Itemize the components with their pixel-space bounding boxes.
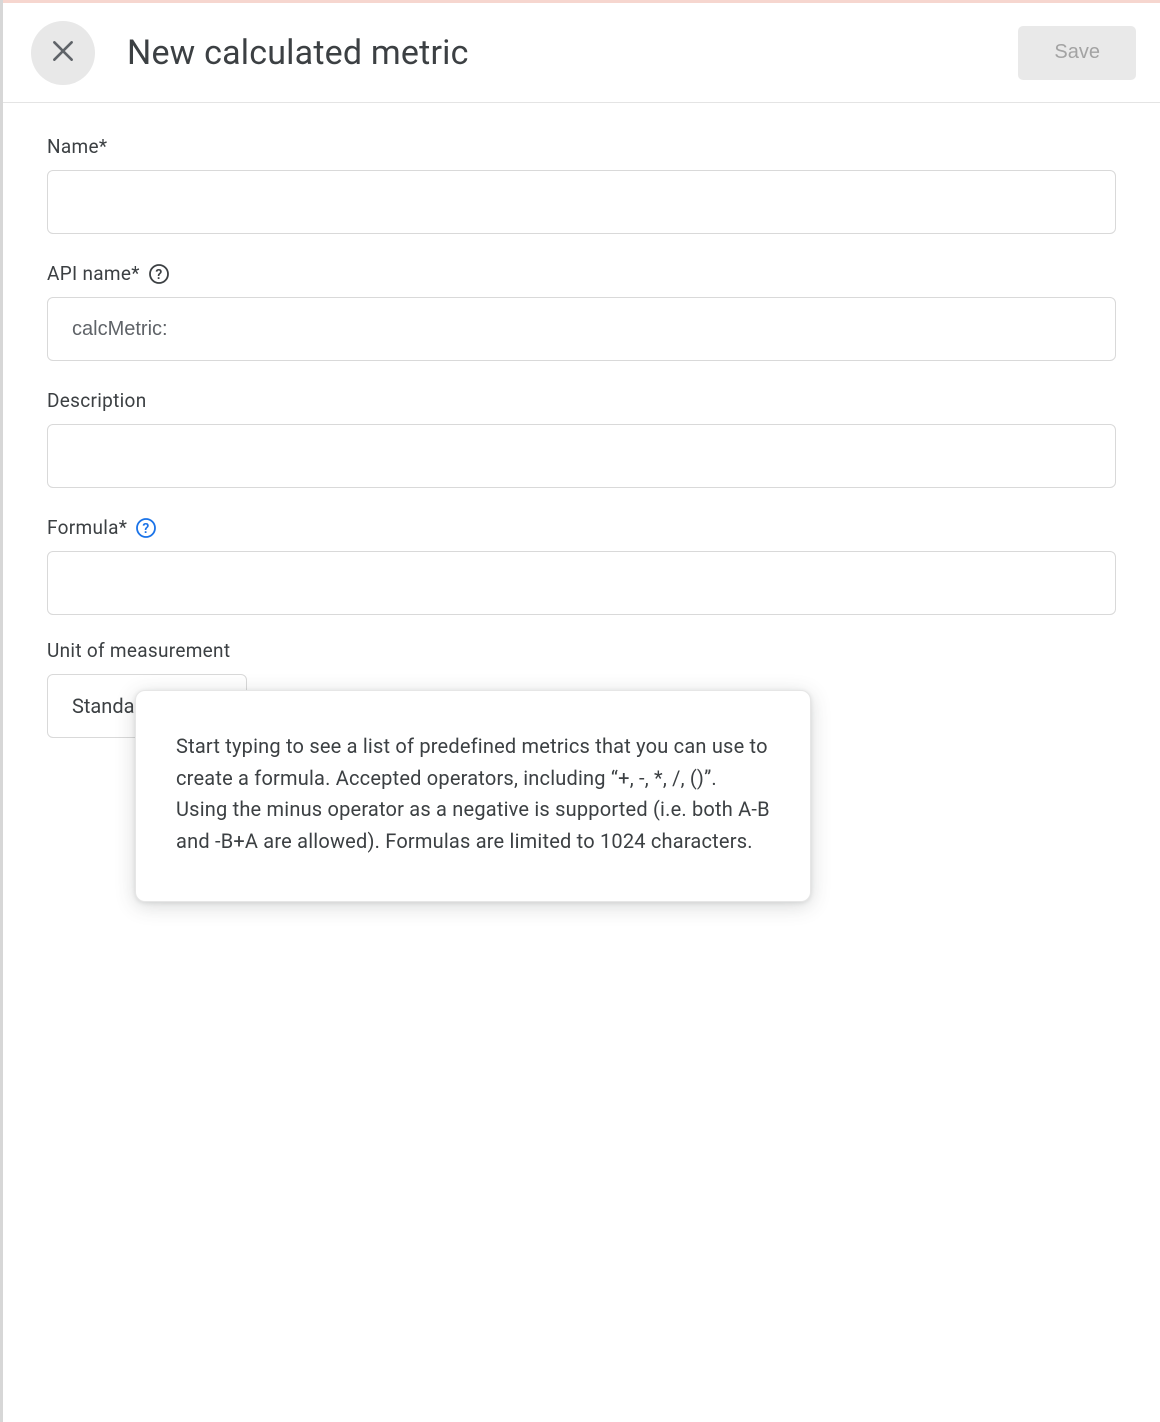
formula-input[interactable] — [47, 551, 1116, 615]
label-api-name: API name* ? — [47, 262, 1116, 285]
svg-text:?: ? — [143, 521, 150, 537]
save-button[interactable]: Save — [1018, 26, 1136, 80]
dialog-header: New calculated metric Save — [3, 3, 1160, 103]
label-formula: Formula* ? — [47, 516, 1116, 539]
form-area: Name* API name* ? Description — [3, 103, 1160, 1422]
close-button[interactable] — [31, 21, 95, 85]
help-icon[interactable]: ? — [135, 517, 157, 539]
field-name: Name* — [47, 135, 1116, 234]
label-unit-text: Unit of measurement — [47, 639, 230, 662]
label-api-name-text: API name* — [47, 262, 140, 285]
label-name-text: Name* — [47, 135, 107, 158]
label-name: Name* — [47, 135, 1116, 158]
label-unit: Unit of measurement — [47, 639, 1116, 662]
help-icon[interactable]: ? — [148, 263, 170, 285]
formula-tooltip: Start typing to see a list of predefined… — [135, 690, 811, 902]
label-description-text: Description — [47, 389, 147, 412]
svg-text:?: ? — [155, 267, 162, 283]
description-input[interactable] — [47, 424, 1116, 488]
field-description: Description — [47, 389, 1116, 488]
label-description: Description — [47, 389, 1116, 412]
formula-tooltip-text: Start typing to see a list of predefined… — [176, 734, 770, 853]
page: New calculated metric Save Name* API nam… — [0, 0, 1160, 1422]
dialog-title: New calculated metric — [127, 33, 469, 73]
close-icon — [50, 38, 76, 68]
label-formula-text: Formula* — [47, 516, 127, 539]
api-name-input[interactable] — [47, 297, 1116, 361]
name-input[interactable] — [47, 170, 1116, 234]
field-formula: Formula* ? — [47, 516, 1116, 615]
field-api-name: API name* ? — [47, 262, 1116, 361]
